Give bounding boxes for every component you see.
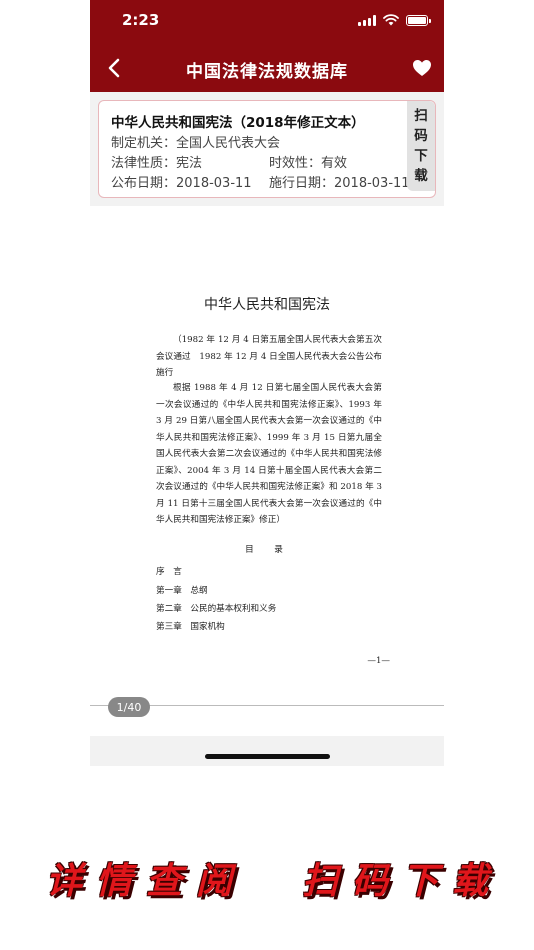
favorite-button[interactable] [410,56,434,80]
home-area [90,736,444,766]
nav-bar: 中国法律法规数据库 [90,44,444,92]
toc-item: 序 言 [156,567,182,577]
scan-char: 载 [414,168,428,184]
document-page: 中华人民共和国宪法 （1982 年 12 月 4 日第五届全国人民代表大会第五次… [90,206,444,702]
home-indicator[interactable] [205,754,330,759]
scan-char: 下 [414,148,428,164]
document-page-number: —1— [367,656,390,666]
effective-date: 施行日期：2018-03-11 [269,176,410,191]
scan-char: 码 [414,128,428,144]
toc-title: 目 录 [245,545,289,555]
toc-item: 第三章 国家机构 [156,622,225,632]
toc-item: 第二章 公民的基本权利和义务 [156,604,277,614]
heart-icon [413,60,431,76]
law-validity: 时效性：有效 [269,156,348,171]
document-viewer[interactable]: 中华人民共和国宪法 （1982 年 12 月 4 日第五届全国人民代表大会第五次… [90,206,444,706]
signal-icon [358,14,376,26]
document-amendments: 根据 1988 年 4 月 12 日第七届全国人民代表大会第一次会议通过的《中华… [156,383,382,525]
scan-char: 扫 [414,108,428,124]
issuing-authority: 制定机关：全国人民代表大会 [111,136,281,151]
promo-text-right: 扫码下载 [302,860,503,902]
law-title: 中华人民共和国宪法（2018年修正文本） [111,115,365,131]
document-preamble: （1982 年 12 月 4 日第五届全国人民代表大会第五次会议通过 1982 … [156,335,382,378]
battery-icon [406,14,431,26]
status-time: 2:23 [122,11,160,29]
law-nature: 法律性质：宪法 [111,156,203,171]
status-bar: 2:23 [90,0,444,44]
app-screenshot: 2:23 中国法律法规数据库 中华人民共和国宪法（2018年修正文本） 制定机关… [0,0,534,950]
toc-item: 第一章 总纲 [156,586,208,596]
status-icons [358,14,431,26]
wifi-icon [383,14,399,26]
document-heading: 中华人民共和国宪法 [204,297,330,313]
page-title: 中国法律法规数据库 [186,62,348,82]
page-indicator: 1/40 [108,697,150,717]
law-info-card: 中华人民共和国宪法（2018年修正文本） 制定机关：全国人民代表大会 法律性质：… [98,100,436,198]
phone-screen: 2:23 中国法律法规数据库 中华人民共和国宪法（2018年修正文本） 制定机关… [90,0,444,766]
publish-date: 公布日期：2018-03-11 [111,176,252,191]
scan-download-button[interactable]: 扫 码 下 载 [407,101,435,191]
promo-text-left: 详情查阅 [46,860,247,902]
